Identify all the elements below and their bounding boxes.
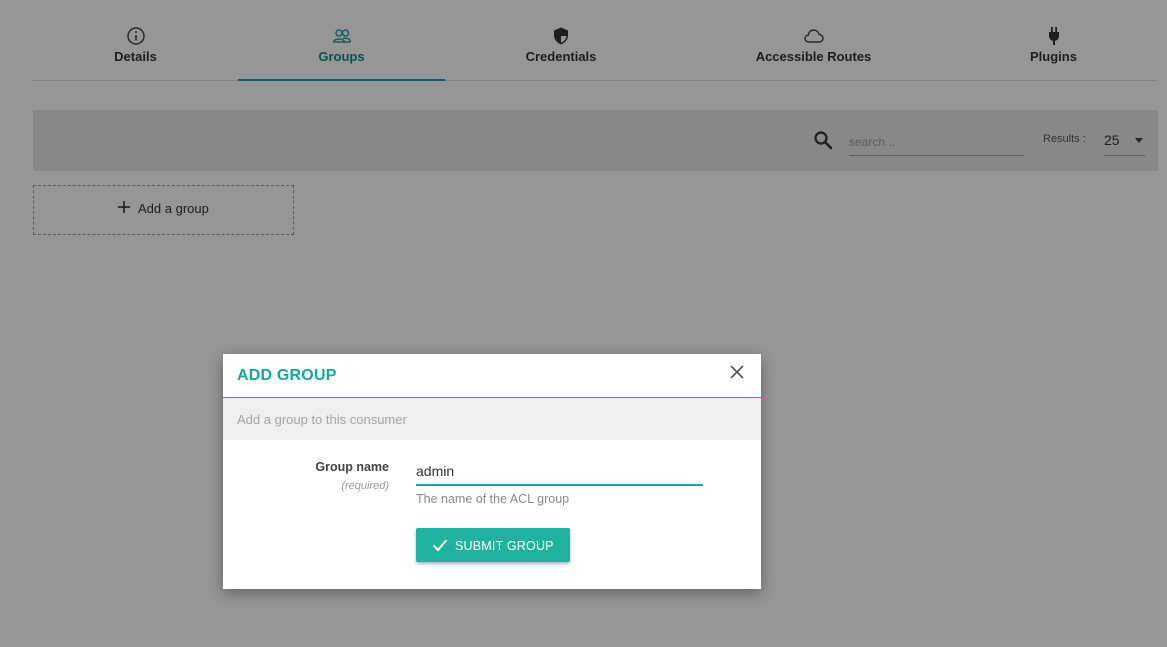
group-name-input[interactable] (416, 458, 703, 486)
check-icon (432, 539, 448, 552)
close-icon[interactable] (728, 363, 746, 381)
dialog-description-bar: Add a group to this consumer (223, 398, 761, 440)
dialog-description: Add a group to this consumer (237, 412, 407, 427)
dialog-header: ADD GROUP (223, 354, 761, 398)
add-group-dialog: ADD GROUP Add a group to this consumer G… (223, 354, 761, 589)
dialog-title: ADD GROUP (237, 367, 337, 384)
group-name-help: The name of the ACL group (416, 492, 570, 506)
submit-group-button[interactable]: SUBMIT GROUP (416, 528, 570, 562)
submit-group-label: SUBMIT GROUP (455, 539, 554, 553)
required-hint: (required) (341, 480, 389, 492)
group-name-label: Group name (315, 460, 389, 474)
